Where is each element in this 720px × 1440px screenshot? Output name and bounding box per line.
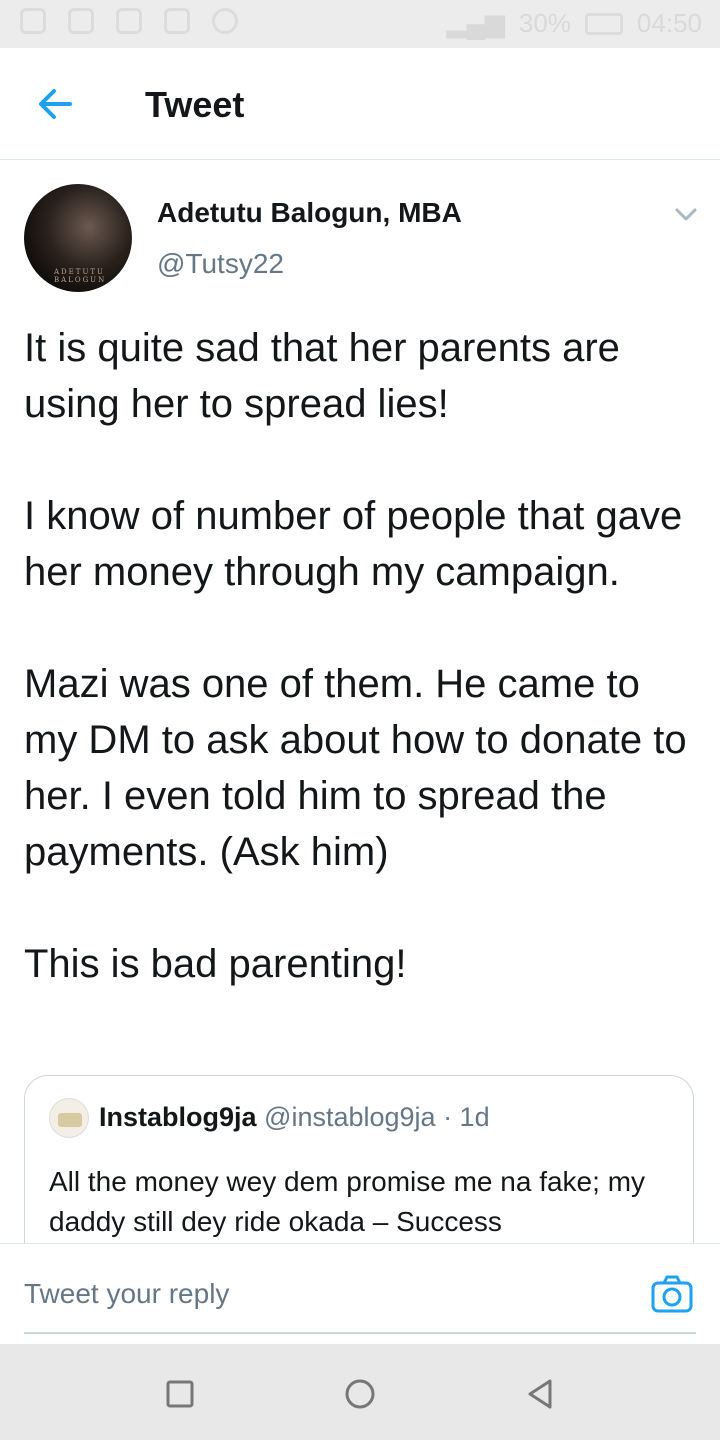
reply-input[interactable]: Tweet your reply bbox=[24, 1278, 229, 1310]
mail-icon bbox=[116, 8, 142, 34]
avatar[interactable]: ADETUTU BALOGUN bbox=[24, 184, 132, 292]
notification-icons bbox=[20, 8, 238, 34]
app-header: Tweet bbox=[0, 48, 720, 160]
recents-square-icon[interactable] bbox=[160, 1374, 200, 1414]
tweet-paragraph: Mazi was one of them. He came to my DM t… bbox=[24, 662, 687, 874]
quoted-avatar-logo bbox=[58, 1113, 82, 1127]
chevron-down-icon[interactable] bbox=[672, 202, 700, 226]
reply-bar: Tweet your reply bbox=[0, 1243, 720, 1345]
volume-icon bbox=[20, 8, 46, 34]
quoted-author-handle: @instablog9ja · 1d bbox=[264, 1102, 490, 1132]
home-circle-icon[interactable] bbox=[340, 1374, 380, 1414]
arrow-left-icon[interactable] bbox=[34, 82, 78, 126]
battery-icon bbox=[584, 12, 623, 35]
quoted-text: All the money wey dem promise me na fake… bbox=[49, 1166, 646, 1237]
notes-icon bbox=[68, 8, 94, 34]
image-icon bbox=[164, 8, 190, 34]
tweet-paragraph: It is quite sad that her parents are usi… bbox=[24, 326, 620, 426]
reply-underline bbox=[24, 1332, 696, 1334]
battery-percent: 30% bbox=[518, 8, 571, 38]
status-bar: ▂▄▆ 30% 04:50 bbox=[0, 0, 720, 48]
page-title: Tweet bbox=[145, 84, 245, 125]
quoted-avatar bbox=[49, 1098, 89, 1138]
signal-icon: ▂▄▆ bbox=[446, 8, 505, 38]
author-name[interactable]: Adetutu Balogun, MBA bbox=[157, 197, 462, 229]
author-handle[interactable]: @Tutsy22 bbox=[157, 248, 284, 280]
system-status: ▂▄▆ 30% 04:50 bbox=[446, 8, 702, 39]
whatsapp-icon bbox=[212, 8, 238, 34]
tweet-paragraph: This is bad parenting! bbox=[24, 942, 407, 986]
system-nav-bar bbox=[0, 1344, 720, 1440]
avatar-caption: ADETUTU BALOGUN bbox=[54, 268, 107, 284]
quoted-header: Instablog9ja @instablog9ja · 1d bbox=[99, 1102, 490, 1133]
tweet-paragraph: I know of number of people that gave her… bbox=[24, 494, 683, 594]
camera-icon[interactable] bbox=[650, 1274, 694, 1314]
back-triangle-icon[interactable] bbox=[520, 1374, 560, 1414]
tweet-text: It is quite sad that her parents are usi… bbox=[24, 320, 696, 992]
clock: 04:50 bbox=[636, 8, 702, 38]
quoted-author-name: Instablog9ja bbox=[99, 1102, 257, 1132]
